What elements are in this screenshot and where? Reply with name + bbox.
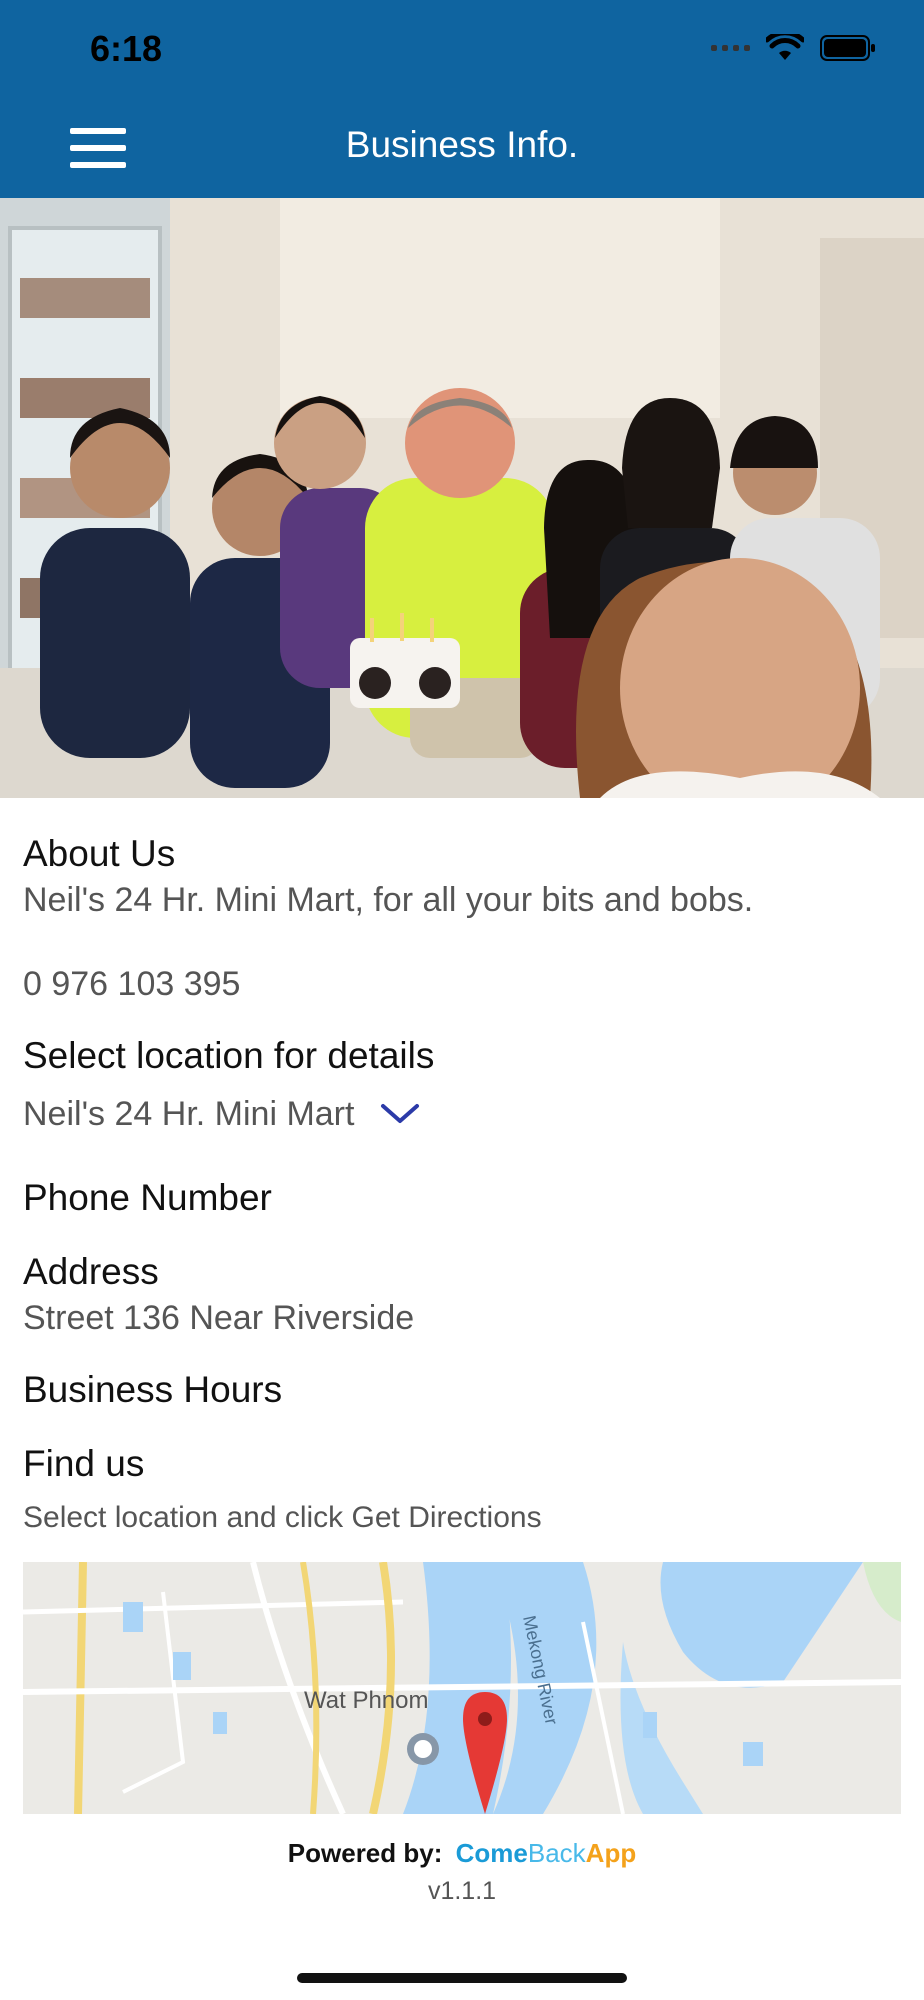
map-label-wat-phnom: Wat Phnom bbox=[304, 1687, 429, 1714]
status-icons bbox=[711, 34, 876, 62]
app-version: v1.1.1 bbox=[427, 1877, 497, 1905]
location-dropdown[interactable]: Neil's 24 Hr. Mini Mart bbox=[23, 1092, 903, 1136]
brand-logo[interactable]: ComeBackApp bbox=[456, 1838, 637, 1868]
select-location-heading: Select location for details bbox=[23, 1035, 435, 1076]
status-bar: 6:18 bbox=[0, 0, 924, 98]
powered-by-label: Powered by: bbox=[287, 1838, 443, 1868]
navigation-bar: Business Info. bbox=[0, 98, 924, 198]
home-indicator bbox=[297, 1973, 627, 1983]
status-time: 6:18 bbox=[90, 28, 163, 69]
wifi-icon bbox=[766, 34, 804, 60]
business-hours-heading: Business Hours bbox=[23, 1369, 283, 1410]
battery-icon bbox=[820, 35, 875, 61]
address-value: Street 136 Near Riverside bbox=[23, 1299, 415, 1337]
footer: Powered by: ComeBackApp v1.1.1 bbox=[0, 1838, 924, 1906]
page-title: Business Info. bbox=[345, 124, 579, 165]
location-map[interactable]: Wat Phnom Mekong River bbox=[23, 1562, 901, 1814]
phone-number-heading: Phone Number bbox=[23, 1177, 272, 1218]
brand-back: Back bbox=[527, 1838, 586, 1868]
location-dropdown-value: Neil's 24 Hr. Mini Mart bbox=[23, 1095, 355, 1133]
about-us-heading: About Us bbox=[23, 833, 176, 874]
chevron-down-icon bbox=[381, 1104, 420, 1123]
business-photo bbox=[0, 198, 924, 798]
find-us-heading: Find us bbox=[23, 1443, 145, 1484]
about-us-text: Neil's 24 Hr. Mini Mart, for all your bi… bbox=[23, 881, 754, 919]
powered-by: Powered by: ComeBackApp bbox=[0, 1838, 924, 1869]
address-heading: Address bbox=[23, 1251, 159, 1292]
cellular-signal-icon bbox=[711, 45, 750, 51]
about-phone[interactable]: 0 976 103 395 bbox=[23, 962, 903, 1006]
business-info-content: About Us Neil's 24 Hr. Mini Mart, for al… bbox=[23, 830, 903, 1540]
brand-come: Come bbox=[455, 1838, 528, 1868]
find-us-hint: Select location and click Get Directions bbox=[23, 1501, 542, 1534]
brand-app: App bbox=[585, 1838, 637, 1868]
